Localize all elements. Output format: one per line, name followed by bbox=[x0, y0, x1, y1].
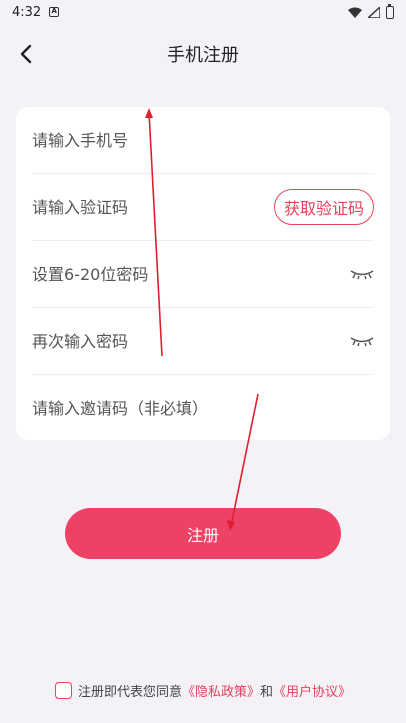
password-input[interactable] bbox=[32, 254, 350, 294]
privacy-policy-link[interactable]: 《隐私政策》 bbox=[182, 681, 260, 700]
eye-closed-icon[interactable] bbox=[350, 335, 374, 347]
phone-row bbox=[32, 107, 374, 174]
register-form: 获取验证码 bbox=[16, 107, 390, 440]
signal-icon bbox=[368, 6, 380, 18]
register-button[interactable]: 注册 bbox=[65, 508, 341, 559]
agree-checkbox[interactable] bbox=[54, 682, 72, 699]
invite-row bbox=[32, 375, 374, 442]
agreement-text: 注册即代表您同意 bbox=[77, 685, 182, 700]
status-time: 4:32 bbox=[12, 4, 42, 20]
header: 手机注册 bbox=[0, 32, 406, 76]
wifi-icon bbox=[348, 7, 362, 18]
notification-icon: A bbox=[49, 7, 60, 17]
battery-icon bbox=[386, 3, 394, 19]
code-row: 获取验证码 bbox=[32, 174, 374, 241]
eye-closed-icon[interactable] bbox=[350, 268, 374, 280]
get-code-button[interactable]: 获取验证码 bbox=[273, 189, 374, 225]
phone-input[interactable] bbox=[32, 120, 374, 160]
verification-code-input[interactable] bbox=[32, 187, 274, 227]
confirm-password-row bbox=[32, 308, 374, 375]
invite-code-input[interactable] bbox=[32, 388, 374, 429]
status-icons bbox=[348, 3, 394, 19]
confirm-password-input[interactable] bbox=[32, 321, 350, 361]
password-row bbox=[32, 241, 374, 308]
user-agreement-link[interactable]: 《用户协议》 bbox=[273, 681, 351, 700]
status-bar: 4:32 A bbox=[0, 0, 406, 24]
back-button[interactable] bbox=[12, 40, 40, 68]
chevron-left-icon bbox=[20, 44, 32, 64]
agreement: 注册即代表您同意 《隐私政策》 和 《用户协议》 bbox=[0, 681, 406, 700]
page-title: 手机注册 bbox=[167, 45, 239, 66]
agreement-conjunction: 和 bbox=[260, 685, 274, 700]
